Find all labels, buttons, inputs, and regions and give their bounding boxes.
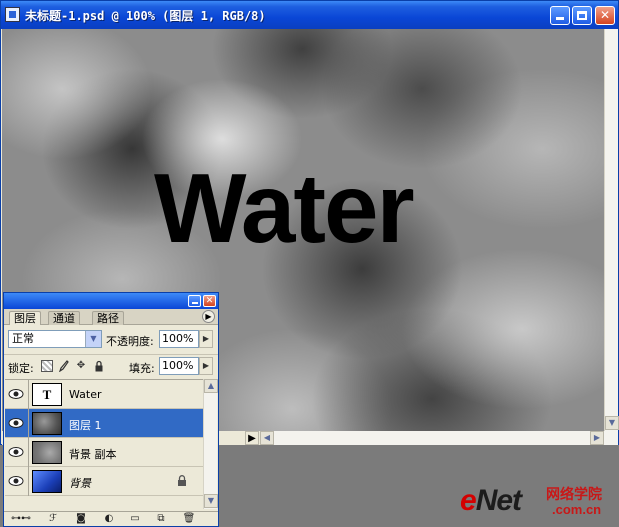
layer-name[interactable]: 背景 副本 xyxy=(69,446,117,462)
layer-divider xyxy=(28,409,29,438)
panel-tabs: 图层 通道 路径 ▶ xyxy=(4,309,218,325)
layer-row[interactable]: T Water xyxy=(5,380,203,409)
background-layer-thumbnail[interactable] xyxy=(32,470,62,493)
layer-thumbnail[interactable] xyxy=(32,441,62,464)
panel-menu-arrow-icon[interactable]: ▶ xyxy=(202,310,215,323)
close-icon: ✕ xyxy=(599,8,611,22)
eye-visibility-icon[interactable] xyxy=(8,388,24,400)
link-layers-icon[interactable]: ⊶⊷ xyxy=(10,513,32,525)
lock-image-brush-icon[interactable] xyxy=(57,360,69,373)
layer-name[interactable]: 背景 xyxy=(69,475,91,491)
scroll-down-arrow-icon[interactable]: ▼ xyxy=(204,494,218,508)
maximize-button[interactable] xyxy=(572,6,592,25)
new-group-folder-icon[interactable]: ▭ xyxy=(128,513,142,525)
panel-minimize-button[interactable] xyxy=(188,295,201,307)
layer-divider xyxy=(28,467,29,496)
tab-paths[interactable]: 路径 xyxy=(92,311,124,325)
opacity-slider-arrow-icon[interactable]: ▶ xyxy=(199,330,213,348)
layer-divider xyxy=(28,438,29,467)
eye-visibility-icon[interactable] xyxy=(8,446,24,458)
document-titlebar[interactable]: 未标题-1.psd @ 100% (图层 1, RGB/8) ✕ xyxy=(1,1,618,29)
tab-channels[interactable]: 通道 xyxy=(48,311,80,325)
minimize-icon xyxy=(191,302,198,304)
lock-transparency-icon[interactable] xyxy=(41,360,53,372)
minimize-button[interactable] xyxy=(550,6,570,25)
fill-label: 填充: xyxy=(129,362,155,375)
photoshop-document-icon xyxy=(5,7,20,22)
new-layer-icon[interactable]: ⧉ xyxy=(154,513,168,525)
lock-position-move-icon[interactable]: ✥ xyxy=(75,360,87,372)
blend-row: 正常 ▼ 不透明度: 100% ▶ xyxy=(4,328,218,350)
add-mask-icon[interactable]: ◙ xyxy=(74,513,88,525)
watermark-brand: eNet xyxy=(460,484,522,518)
fill-slider-arrow-icon[interactable]: ▶ xyxy=(199,357,213,375)
layer-style-fx-icon[interactable]: ℱ xyxy=(46,513,60,525)
blend-mode-select[interactable]: 正常 ▼ xyxy=(8,330,102,348)
layer-list: T Water 图层 1 背景 副本 背景 xyxy=(5,379,203,497)
layer-row-selected[interactable]: 图层 1 xyxy=(5,409,203,438)
layer-row[interactable]: 背景 副本 xyxy=(5,438,203,467)
maximize-icon xyxy=(577,11,587,20)
document-title: 未标题-1.psd @ 100% (图层 1, RGB/8) xyxy=(25,9,266,23)
text-layer-thumbnail[interactable]: T xyxy=(32,383,62,406)
eye-visibility-icon[interactable] xyxy=(8,475,24,487)
layers-panel-titlebar[interactable]: ✕ xyxy=(4,293,218,309)
layers-panel-toolbar: ⊶⊷ ℱ ◙ ◐ ▭ ⧉ 🗑 xyxy=(4,511,218,526)
layer-name[interactable]: 图层 1 xyxy=(69,417,102,433)
document-vertical-scrollbar[interactable]: ▼ xyxy=(604,29,619,431)
canvas-text-water: Water xyxy=(154,153,415,263)
eye-visibility-icon[interactable] xyxy=(8,417,24,429)
lock-label: 锁定: xyxy=(8,362,34,375)
layer-thumbnail[interactable] xyxy=(32,412,62,435)
opacity-label: 不透明度: xyxy=(106,335,154,348)
layer-divider xyxy=(28,380,29,409)
enet-watermark-logo: eNet 网络学院 .com.cn xyxy=(460,484,619,524)
document-horizontal-scrollbar[interactable]: ◀ ▶ xyxy=(260,431,618,445)
scroll-left-arrow-icon[interactable]: ◀ xyxy=(260,431,274,445)
layer-list-scrollbar[interactable]: ▲ ▼ xyxy=(203,379,218,509)
layer-row[interactable]: 背景 xyxy=(5,467,203,496)
status-menu-arrow-icon[interactable]: ▶ xyxy=(245,431,259,445)
lock-row: 锁定: ✥ 填充: 100% ▶ xyxy=(4,354,218,376)
scroll-down-arrow-icon[interactable]: ▼ xyxy=(605,416,619,430)
close-button[interactable]: ✕ xyxy=(595,6,615,25)
tab-layers[interactable]: 图层 xyxy=(9,311,41,325)
chevron-down-icon[interactable]: ▼ xyxy=(85,331,101,347)
minimize-icon xyxy=(556,17,564,20)
opacity-input[interactable]: 100% xyxy=(159,330,199,348)
layers-panel: ✕ 图层 通道 路径 ▶ 正常 ▼ 不透明度: 100% ▶ 锁定: ✥ 填充:… xyxy=(3,292,219,527)
lock-icon xyxy=(178,475,186,486)
watermark-brand-net: Net xyxy=(475,484,522,517)
fill-input[interactable]: 100% xyxy=(159,357,199,375)
close-icon: ✕ xyxy=(205,296,214,306)
panel-close-button[interactable]: ✕ xyxy=(203,295,216,307)
lock-all-icon[interactable] xyxy=(93,360,105,372)
scroll-right-arrow-icon[interactable]: ▶ xyxy=(590,431,604,445)
scroll-up-arrow-icon[interactable]: ▲ xyxy=(204,379,218,393)
watermark-brand-e: e xyxy=(460,484,477,517)
watermark-domain: .com.cn xyxy=(552,502,602,517)
adjustment-layer-icon[interactable]: ◐ xyxy=(102,513,116,525)
layer-name[interactable]: Water xyxy=(69,388,102,401)
watermark-cn: 网络学院 xyxy=(546,487,602,503)
trash-delete-icon[interactable]: 🗑 xyxy=(182,513,196,525)
blend-mode-value: 正常 xyxy=(12,332,34,345)
